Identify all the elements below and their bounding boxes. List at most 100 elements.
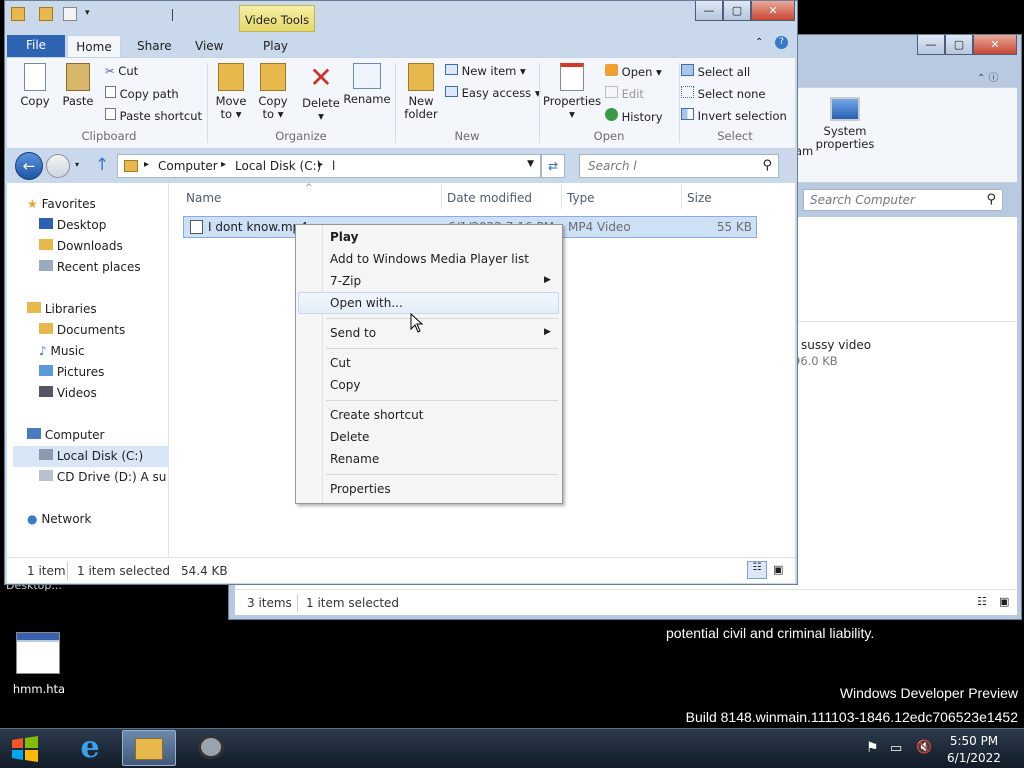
properties-button[interactable]: Properties ▾ [543,63,601,121]
large-icons-view-icon[interactable]: ▣ [773,563,783,576]
nav-music[interactable]: ♪ Music [39,344,85,358]
recent-locations-icon[interactable]: ▾ [75,160,79,169]
menu-item-play[interactable]: Play [330,230,358,244]
menu-item-rename[interactable]: Rename [330,452,379,466]
copy-path-button[interactable]: Copy path [105,86,179,101]
menu-item-cut[interactable]: Cut [330,356,351,370]
history-icon [605,108,618,121]
submenu-arrow-icon: ▶ [544,275,551,285]
column-date-modified[interactable]: Date modified [447,191,532,205]
tab-play[interactable]: Play [263,39,288,53]
column-name[interactable]: Name [186,191,221,205]
new-folder-button[interactable]: New folder [399,63,443,121]
qat-folder-icon[interactable] [11,7,25,21]
back-ribbon-arrows[interactable]: ⌃ ⓘ [977,69,999,84]
nav-videos[interactable]: Videos [39,386,97,400]
rename-button[interactable]: Rename [343,63,391,106]
menu-item-send-to[interactable]: Send to [330,326,376,340]
qat-customize-icon[interactable]: ▾ [85,8,90,18]
taskbar-ie-button[interactable]: e [62,730,118,766]
breadcrumb-folder[interactable]: l [332,159,335,173]
forward-button[interactable] [46,154,70,178]
back-close-button[interactable]: ✕ [973,35,1017,55]
tab-file[interactable]: File [7,35,65,57]
system-properties-button[interactable]: System properties [795,97,895,151]
search-icon[interactable]: ⚲ [762,158,772,173]
menu-item-open-with[interactable]: Open with... [330,296,403,310]
nav-cd-drive[interactable]: CD Drive (D:) A sussy [39,470,167,484]
nav-pictures[interactable]: Pictures [39,365,104,379]
volume-muted-icon[interactable]: 🔇 [916,740,932,755]
column-type[interactable]: Type [567,191,595,205]
search-placeholder: Search l [588,159,637,173]
music-icon: ♪ [39,344,47,358]
nav-network[interactable]: ● Network [27,512,91,526]
delete-button[interactable]: ✕ Delete ▾ [301,63,341,123]
invert-selection-label: Invert selection [697,109,787,123]
minimize-button[interactable]: — [695,1,723,21]
nav-computer[interactable]: Computer [27,428,104,442]
menu-item-7zip[interactable]: 7-Zip [330,274,361,288]
breadcrumb-local-disk[interactable]: Local Disk (C:) [235,159,321,173]
column-size[interactable]: Size [687,191,712,205]
back-minimize-button[interactable]: — [917,35,945,55]
back-search-box[interactable]: Search Computer ⚲ [803,189,1003,211]
move-to-button[interactable]: Move to ▾ [211,63,251,121]
qat-properties-icon[interactable] [39,7,53,21]
details-view-icon[interactable]: ☷ [747,561,767,579]
back-button[interactable]: ← [15,152,43,180]
menu-item-add-to-wmp[interactable]: Add to Windows Media Player list [330,252,529,266]
nav-network-label: Network [41,512,92,526]
paste-shortcut-button[interactable]: Paste shortcut [105,108,202,123]
taskbar-app-button[interactable] [186,730,236,766]
address-bar[interactable]: ▸ Computer ▸ Local Disk (C:) ▸ l ▼ [117,154,541,178]
new-item-button[interactable]: New item ▾ [445,64,526,78]
address-dropdown-icon[interactable]: ▼ [527,159,534,169]
maximize-button[interactable]: ▢ [723,1,751,21]
select-all-button[interactable]: Select all [681,64,750,79]
nav-desktop[interactable]: Desktop [39,218,106,232]
clock-date[interactable]: 6/1/2022 [946,751,1002,765]
menu-item-create-shortcut[interactable]: Create shortcut [330,408,423,422]
select-none-button[interactable]: Select none [681,86,765,101]
nav-recent[interactable]: Recent places [39,260,141,274]
back-maximize-button[interactable]: ▢ [945,35,973,55]
start-button[interactable] [6,732,46,766]
network-tray-icon[interactable]: ▭ [890,741,902,756]
nav-downloads[interactable]: Downloads [39,239,123,253]
copy-to-button[interactable]: Copy to ▾ [253,63,293,121]
action-center-flag-icon[interactable]: ⚑ [866,740,879,756]
taskbar-explorer-button[interactable] [122,730,176,766]
nav-local-disk[interactable]: Local Disk (C:) [13,446,169,467]
close-button[interactable]: ✕ [751,1,795,21]
paste-button[interactable]: Paste [57,63,99,108]
help-icon[interactable]: ? [775,36,788,49]
edit-button[interactable]: Edit [605,86,644,101]
open-button[interactable]: Open ▾ [605,64,662,79]
nav-favorites[interactable]: ★ Favorites [27,197,96,211]
cut-button[interactable]: ✂ Cut [105,64,138,78]
breadcrumb-computer[interactable]: Computer [158,159,218,173]
nav-libraries[interactable]: Libraries [27,302,97,316]
menu-item-delete[interactable]: Delete [330,430,369,444]
back-details-view-icon[interactable]: ☷ [977,595,987,608]
up-button[interactable]: ↑ [95,155,109,175]
refresh-button[interactable]: ⇄ [541,154,565,178]
history-button[interactable]: History [605,108,663,124]
back-item-name[interactable]: sussy video [801,338,871,352]
qat-new-folder-icon[interactable] [63,7,77,21]
tab-home[interactable]: Home [67,35,121,58]
copy-button[interactable]: Copy [15,63,55,108]
tab-view[interactable]: View [195,39,223,53]
desktop-icon-hmm[interactable]: hmm.hta [12,632,66,696]
clock-time[interactable]: 5:50 PM [946,734,1002,748]
menu-item-properties[interactable]: Properties [330,482,391,496]
tab-share[interactable]: Share [137,39,172,53]
back-tiles-view-icon[interactable]: ▣ [999,595,1009,608]
easy-access-button[interactable]: Easy access ▾ [445,86,541,100]
invert-selection-button[interactable]: Invert selection [681,108,787,123]
nav-documents[interactable]: Documents [39,323,125,337]
search-box[interactable]: Search l ⚲ [579,154,779,178]
menu-item-copy[interactable]: Copy [330,378,360,392]
ribbon-minimize-icon[interactable]: ⌃ [755,37,763,48]
